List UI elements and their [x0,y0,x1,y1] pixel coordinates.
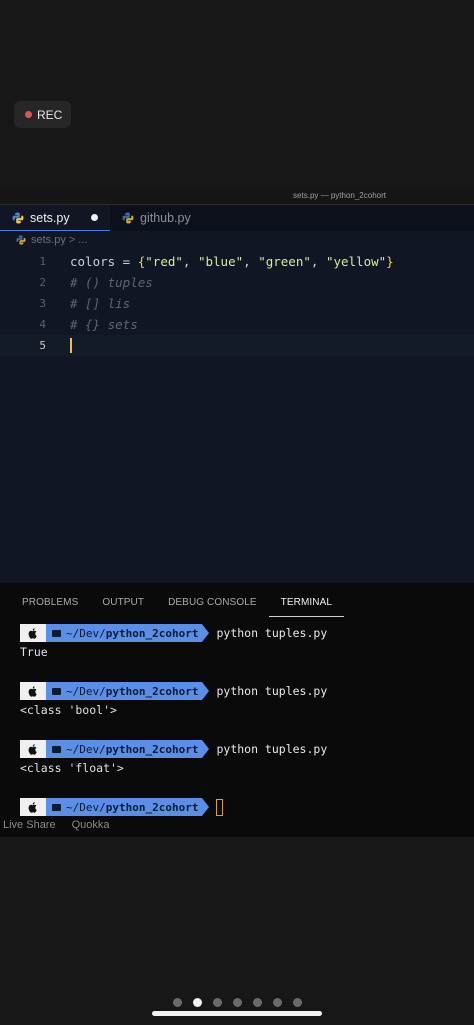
terminal-command: python tuples.py [216,626,328,640]
page-dot[interactable] [272,998,282,1007]
tab-label: github.py [140,211,191,225]
breadcrumb-separator: > [68,234,76,246]
record-dot-icon [25,111,32,118]
text-cursor [70,338,72,353]
tab-debug-console[interactable]: DEBUG CONSOLE [156,597,269,617]
python-icon [16,235,26,245]
prompt-arrow [202,798,210,816]
terminal-output: True [20,645,48,659]
terminal-command: python tuples.py [216,742,328,756]
terminal-prompt: ~/Dev/python_2cohort python tuples.py [20,681,474,701]
code-editor[interactable]: 1 colors = {"red", "blue", "green", "yel… [0,251,474,583]
apple-icon [20,682,46,700]
apple-icon [20,740,46,758]
prompt-arrow [202,740,210,758]
terminal-prompt: ~/Dev/python_2cohort python tuples.py [20,739,474,759]
code-line: 3 # [] lis [0,293,474,314]
line-number: 4 [39,318,46,331]
prompt-arrow [202,682,210,700]
code-comment: # () tuples [70,275,153,290]
panel-tabs: PROBLEMS OUTPUT DEBUG CONSOLE TERMINAL [0,583,474,617]
folder-icon [52,629,61,637]
code-comment: # [] lis [70,296,131,311]
prompt-path: ~/Dev/python_2cohort [46,682,203,700]
page-indicator [0,998,474,1007]
terminal-prompt: ~/Dev/python_2cohort python tuples.py [20,623,474,643]
python-icon [122,212,134,224]
python-icon [12,212,24,223]
page-dot[interactable] [232,998,242,1007]
tab-github-py[interactable]: github.py [110,205,203,231]
quokka-button[interactable]: Quokka [72,819,110,837]
prompt-arrow [202,624,210,642]
terminal-cursor [216,798,224,816]
breadcrumb-rest[interactable]: ... [78,234,87,246]
home-indicator[interactable] [152,1011,322,1016]
tab-label: sets.py [30,210,70,225]
code-line: 4 # {} sets [0,314,474,335]
editor-tabbar: sets.py github.py [0,205,474,231]
code-line-current: 5 [0,335,474,356]
line-number: 1 [39,255,46,268]
folder-icon [52,803,61,811]
terminal-output: <class 'float'> [20,761,124,775]
terminal-output: <class 'bool'> [20,703,117,717]
bottom-panel: PROBLEMS OUTPUT DEBUG CONSOLE TERMINAL ~… [0,583,474,837]
tab-terminal[interactable]: TERMINAL [268,597,345,617]
vscode-window: sets.py — python_2cohort sets.py github.… [0,187,474,837]
terminal[interactable]: ~/Dev/python_2cohort python tuples.py Tr… [0,617,474,817]
page-dot[interactable] [292,998,302,1007]
line-number: 5 [39,339,46,352]
tab-sets-py[interactable]: sets.py [0,205,110,231]
breadcrumb: sets.py > ... [0,231,474,249]
terminal-prompt-current: ~/Dev/python_2cohort [20,797,474,817]
terminal-command: python tuples.py [216,684,328,698]
tab-output[interactable]: OUTPUT [90,597,156,617]
prompt-path: ~/Dev/python_2cohort [46,798,203,816]
breadcrumb-file[interactable]: sets.py [31,234,66,246]
prompt-path: ~/Dev/python_2cohort [46,624,203,642]
folder-icon [52,745,61,753]
folder-icon [52,687,61,695]
code-comment: # {} sets [70,317,138,332]
page-dot[interactable] [172,998,182,1007]
page-dot[interactable] [252,998,262,1007]
line-number: 3 [39,297,46,310]
tab-problems[interactable]: PROBLEMS [10,597,90,617]
code-line: 1 colors = {"red", "blue", "green", "yel… [0,251,474,272]
code-line: 2 # () tuples [0,272,474,293]
unsaved-dot-icon[interactable] [91,214,98,221]
line-number: 2 [39,276,46,289]
prompt-path: ~/Dev/python_2cohort [46,740,203,758]
record-button[interactable]: REC [14,101,71,128]
record-label: REC [37,107,63,122]
page-dot[interactable] [212,998,222,1007]
apple-icon [20,624,46,642]
statusbar: Live Share Quokka [0,819,110,837]
apple-icon [20,798,46,816]
code-text: colors = {"red", "blue", "green", "yello… [70,254,394,269]
window-title: sets.py — python_2cohort [0,187,474,205]
live-share-button[interactable]: Live Share [3,819,56,837]
page-dot-active[interactable] [192,998,202,1007]
